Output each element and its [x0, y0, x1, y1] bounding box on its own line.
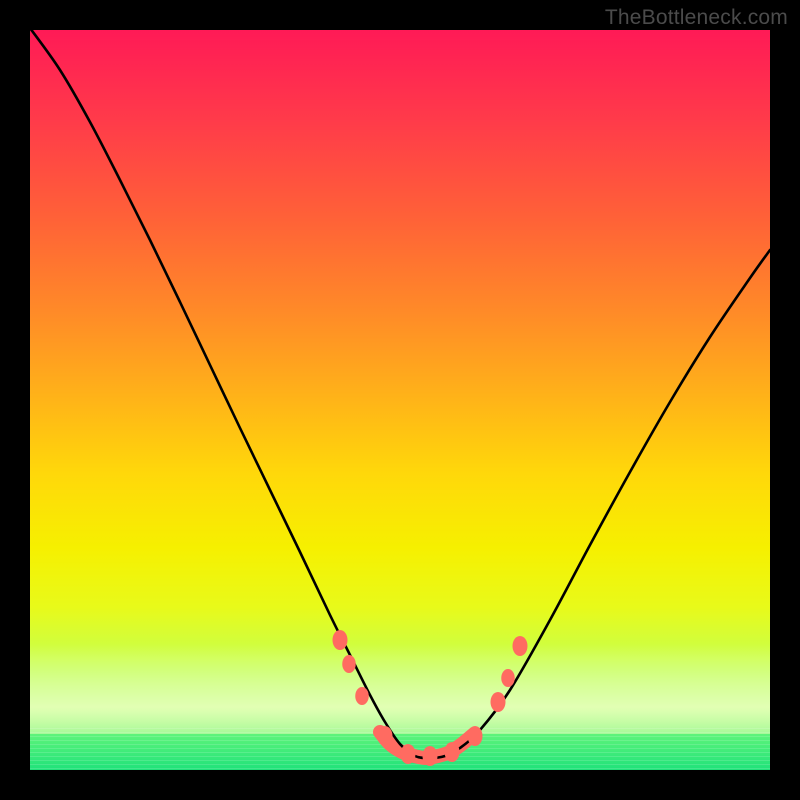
curve-marker	[491, 692, 506, 712]
watermark-text: TheBottleneck.com	[605, 6, 788, 30]
curve-marker	[445, 742, 460, 762]
curve-marker	[423, 746, 438, 766]
curve-marker	[378, 726, 393, 746]
plot-area	[30, 30, 770, 770]
curve-marker	[342, 655, 356, 673]
curve-path	[30, 30, 770, 758]
curve-marker	[355, 687, 369, 705]
bottleneck-curve	[30, 30, 770, 758]
curve-marker	[401, 744, 416, 764]
curve-marker	[501, 669, 515, 687]
curve-marker	[333, 630, 348, 650]
chart-frame: TheBottleneck.com	[0, 0, 800, 800]
curve-marker	[468, 726, 483, 746]
curve-layer	[30, 30, 770, 770]
curve-marker	[513, 636, 528, 656]
marker-group	[333, 630, 528, 766]
